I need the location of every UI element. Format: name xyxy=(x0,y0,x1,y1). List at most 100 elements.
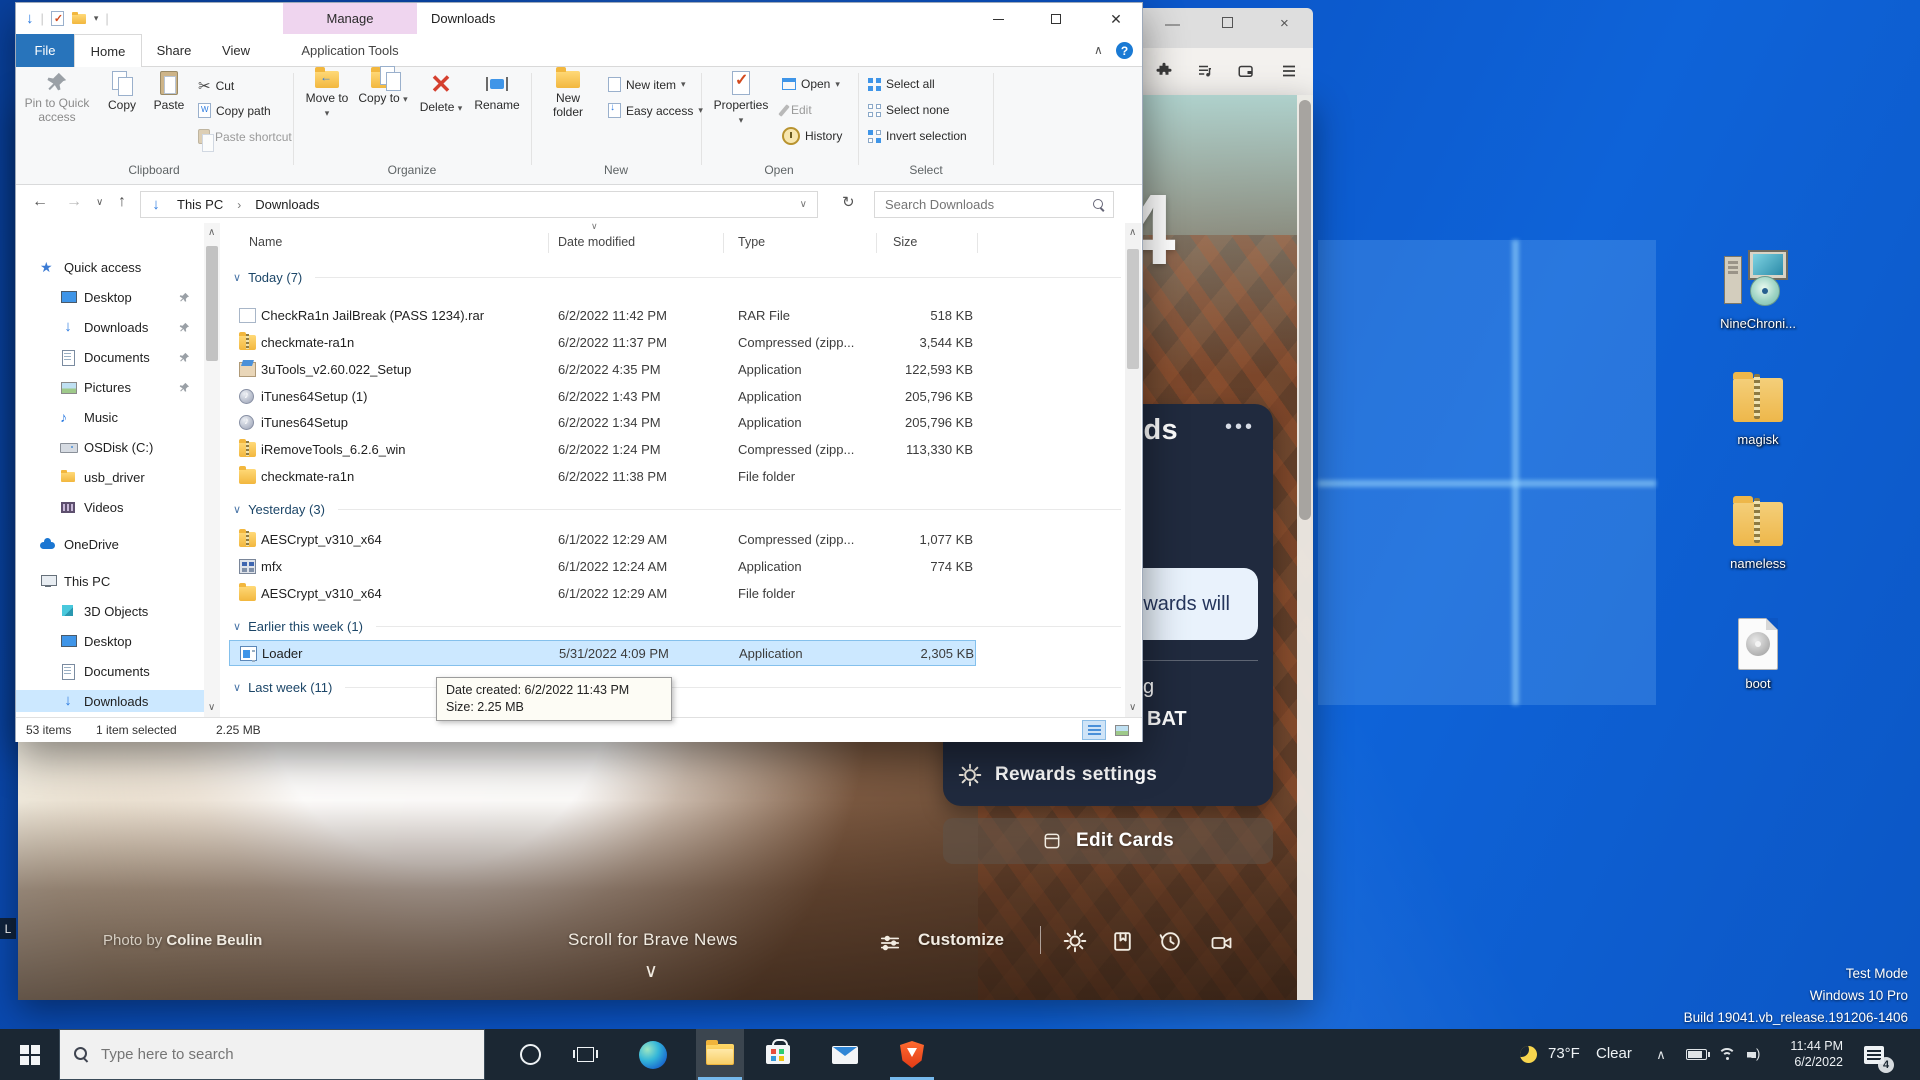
column-header-size[interactable]: Size xyxy=(893,235,917,249)
minimize-button[interactable] xyxy=(988,9,1008,29)
sidebar-item-quick-access[interactable]: ★Quick access xyxy=(40,256,141,278)
collapse-ribbon-icon[interactable]: ∧ xyxy=(1094,43,1103,57)
tab-file[interactable]: File xyxy=(16,34,74,67)
search-field[interactable] xyxy=(874,191,1114,218)
bookmarks-icon[interactable] xyxy=(1110,929,1135,959)
copy-path-button[interactable]: W Copy path xyxy=(198,103,271,118)
column-header-name[interactable]: Name xyxy=(249,235,282,249)
file-row-selected[interactable]: Loader5/31/2022 4:09 PM Application2,305… xyxy=(229,640,976,666)
scroll-down-icon[interactable]: ∨ xyxy=(208,702,215,713)
tab-application-tools[interactable]: Application Tools xyxy=(283,34,417,67)
desktop-icon-nameless[interactable]: nameless xyxy=(1722,502,1794,571)
desktop-icon-magisk[interactable]: magisk xyxy=(1722,378,1794,447)
sidebar-item-3d-objects[interactable]: 3D Objects xyxy=(60,600,148,622)
sidebar-item-usb-driver[interactable]: usb_driver xyxy=(60,466,145,488)
list-scrollbar-thumb[interactable] xyxy=(1127,249,1139,369)
chevron-down-icon[interactable]: ∨ xyxy=(233,681,241,694)
invert-selection-button[interactable]: Invert selection xyxy=(868,129,967,143)
copy-to-button[interactable]: Copy to ▾ xyxy=(358,71,408,159)
chevron-down-icon[interactable]: ∨ xyxy=(233,503,241,516)
select-none-button[interactable]: Select none xyxy=(868,103,949,117)
battery-icon[interactable] xyxy=(1680,1029,1712,1080)
brave-scrollbar[interactable] xyxy=(1297,95,1313,1000)
tab-share[interactable]: Share xyxy=(142,34,206,67)
chevron-down-icon[interactable]: ∨ xyxy=(644,960,658,983)
search-icon[interactable] xyxy=(1093,199,1105,211)
scroll-up-icon[interactable]: ∧ xyxy=(208,227,215,238)
details-view-button[interactable] xyxy=(1082,720,1106,740)
sidebar-item-music[interactable]: ♪Music xyxy=(60,406,118,428)
history-button[interactable]: History xyxy=(782,127,842,145)
wallet-icon[interactable] xyxy=(1237,62,1255,85)
qat-customize-icon[interactable]: ▾ xyxy=(94,13,99,24)
photo-credit[interactable]: Photo by Coline Beulin xyxy=(103,932,262,949)
taskbar-file-explorer-active[interactable] xyxy=(696,1029,744,1080)
group-header-earlier-this-week[interactable]: ∨ Earlier this week (1) xyxy=(233,615,1121,637)
group-header-yesterday[interactable]: ∨ Yesterday (3) xyxy=(233,498,1121,520)
taskbar-edge[interactable] xyxy=(629,1029,677,1080)
file-row[interactable]: AESCrypt_v310_x646/1/2022 12:29 AM Compr… xyxy=(229,527,976,553)
delete-button[interactable]: ✕ Delete ▾ xyxy=(416,71,466,159)
task-view-button[interactable] xyxy=(561,1029,609,1080)
up-button[interactable]: ↑ xyxy=(118,193,126,211)
file-row[interactable]: CheckRa1n JailBreak (PASS 1234).rar6/2/2… xyxy=(229,303,976,329)
sidebar-item-onedrive[interactable]: OneDrive xyxy=(40,533,119,555)
column-header-type[interactable]: Type xyxy=(738,235,765,249)
taskbar-store[interactable] xyxy=(754,1029,802,1080)
check-doc-icon[interactable]: ✓ xyxy=(51,11,64,26)
rewards-menu-dots[interactable]: ••• xyxy=(1225,416,1255,439)
new-folder-button[interactable]: New folder xyxy=(540,71,596,159)
menu-icon[interactable] xyxy=(1280,62,1298,85)
brave-maximize-button[interactable] xyxy=(1222,17,1233,28)
sidebar-item-osdisk[interactable]: OSDisk (C:) xyxy=(60,436,153,458)
scroll-down-icon[interactable]: ∨ xyxy=(1129,702,1136,713)
playlist-icon[interactable] xyxy=(1196,62,1214,85)
properties-button[interactable]: ✓ Properties ▾ xyxy=(710,71,772,159)
tab-home[interactable]: Home xyxy=(74,34,142,67)
brave-close-button[interactable]: × xyxy=(1280,15,1289,32)
list-scrollbar[interactable]: ∧ ∨ xyxy=(1125,223,1141,717)
settings-gear-icon[interactable] xyxy=(1062,928,1088,959)
edit-button[interactable]: Edit xyxy=(782,103,812,117)
file-row[interactable]: ♪ iTunes64Setup (1)6/2/2022 1:43 PM Appl… xyxy=(229,384,976,410)
desktop-icon-ninechronicles[interactable]: NineChroni... xyxy=(1714,250,1802,331)
sidebar-item-desktop2[interactable]: Desktop xyxy=(60,630,132,652)
group-header-last-week[interactable]: ∨ Last week (11) xyxy=(233,676,1121,698)
history-clock-icon[interactable] xyxy=(1158,929,1183,959)
close-button[interactable]: ✕ xyxy=(1106,9,1126,29)
sidebar-item-videos[interactable]: Videos xyxy=(60,496,124,518)
paste-shortcut-button[interactable]: Paste shortcut xyxy=(198,129,292,144)
weather-temp[interactable]: 73°F xyxy=(1548,1045,1580,1062)
file-row[interactable]: AESCrypt_v310_x646/1/2022 12:29 AM File … xyxy=(229,581,976,607)
file-row[interactable]: ♪ iTunes64Setup6/2/2022 1:34 PM Applicat… xyxy=(229,410,976,436)
sidebar-item-this-pc[interactable]: This PC xyxy=(40,570,110,592)
nav-scrollbar-thumb[interactable] xyxy=(206,246,218,361)
weather-moon-icon[interactable] xyxy=(1512,1029,1544,1080)
forward-button[interactable]: → xyxy=(66,193,82,211)
chevron-down-icon[interactable]: ∨ xyxy=(233,271,241,284)
taskbar-brave[interactable] xyxy=(888,1029,936,1080)
move-to-button[interactable]: ← Move to ▾ xyxy=(302,71,352,159)
select-all-button[interactable]: Select all xyxy=(868,77,935,91)
volume-icon[interactable] xyxy=(1740,1029,1770,1080)
open-button[interactable]: Open▾ xyxy=(782,77,840,91)
address-dropdown-icon[interactable]: ∨ xyxy=(800,199,807,210)
start-button[interactable] xyxy=(8,1029,52,1080)
breadcrumb-field[interactable]: ↓ This PC › Downloads ∨ xyxy=(140,191,818,218)
easy-access-button[interactable]: ↓ Easy access▾ xyxy=(608,103,703,118)
cortana-button[interactable] xyxy=(506,1029,554,1080)
desktop-icon-boot[interactable]: boot xyxy=(1728,618,1788,691)
taskbar-search[interactable] xyxy=(59,1029,485,1080)
refresh-icon[interactable]: ↻ xyxy=(842,193,855,211)
taskbar-mail[interactable] xyxy=(821,1029,869,1080)
rewards-settings-button[interactable]: Rewards settings xyxy=(995,764,1157,786)
breadcrumb-downloads[interactable]: Downloads xyxy=(255,197,319,212)
back-button[interactable]: ← xyxy=(32,193,48,211)
extensions-icon[interactable] xyxy=(1155,62,1173,85)
file-row[interactable]: checkmate-ra1n6/2/2022 11:37 PM Compress… xyxy=(229,330,976,356)
folder-icon[interactable] xyxy=(71,11,87,27)
sidebar-item-downloads-current[interactable]: ↓Downloads xyxy=(16,690,204,712)
group-header-today[interactable]: ∨ Today (7) xyxy=(233,266,1121,288)
file-row[interactable]: checkmate-ra1n6/2/2022 11:38 PM File fol… xyxy=(229,464,976,490)
wifi-icon[interactable] xyxy=(1712,1029,1742,1080)
